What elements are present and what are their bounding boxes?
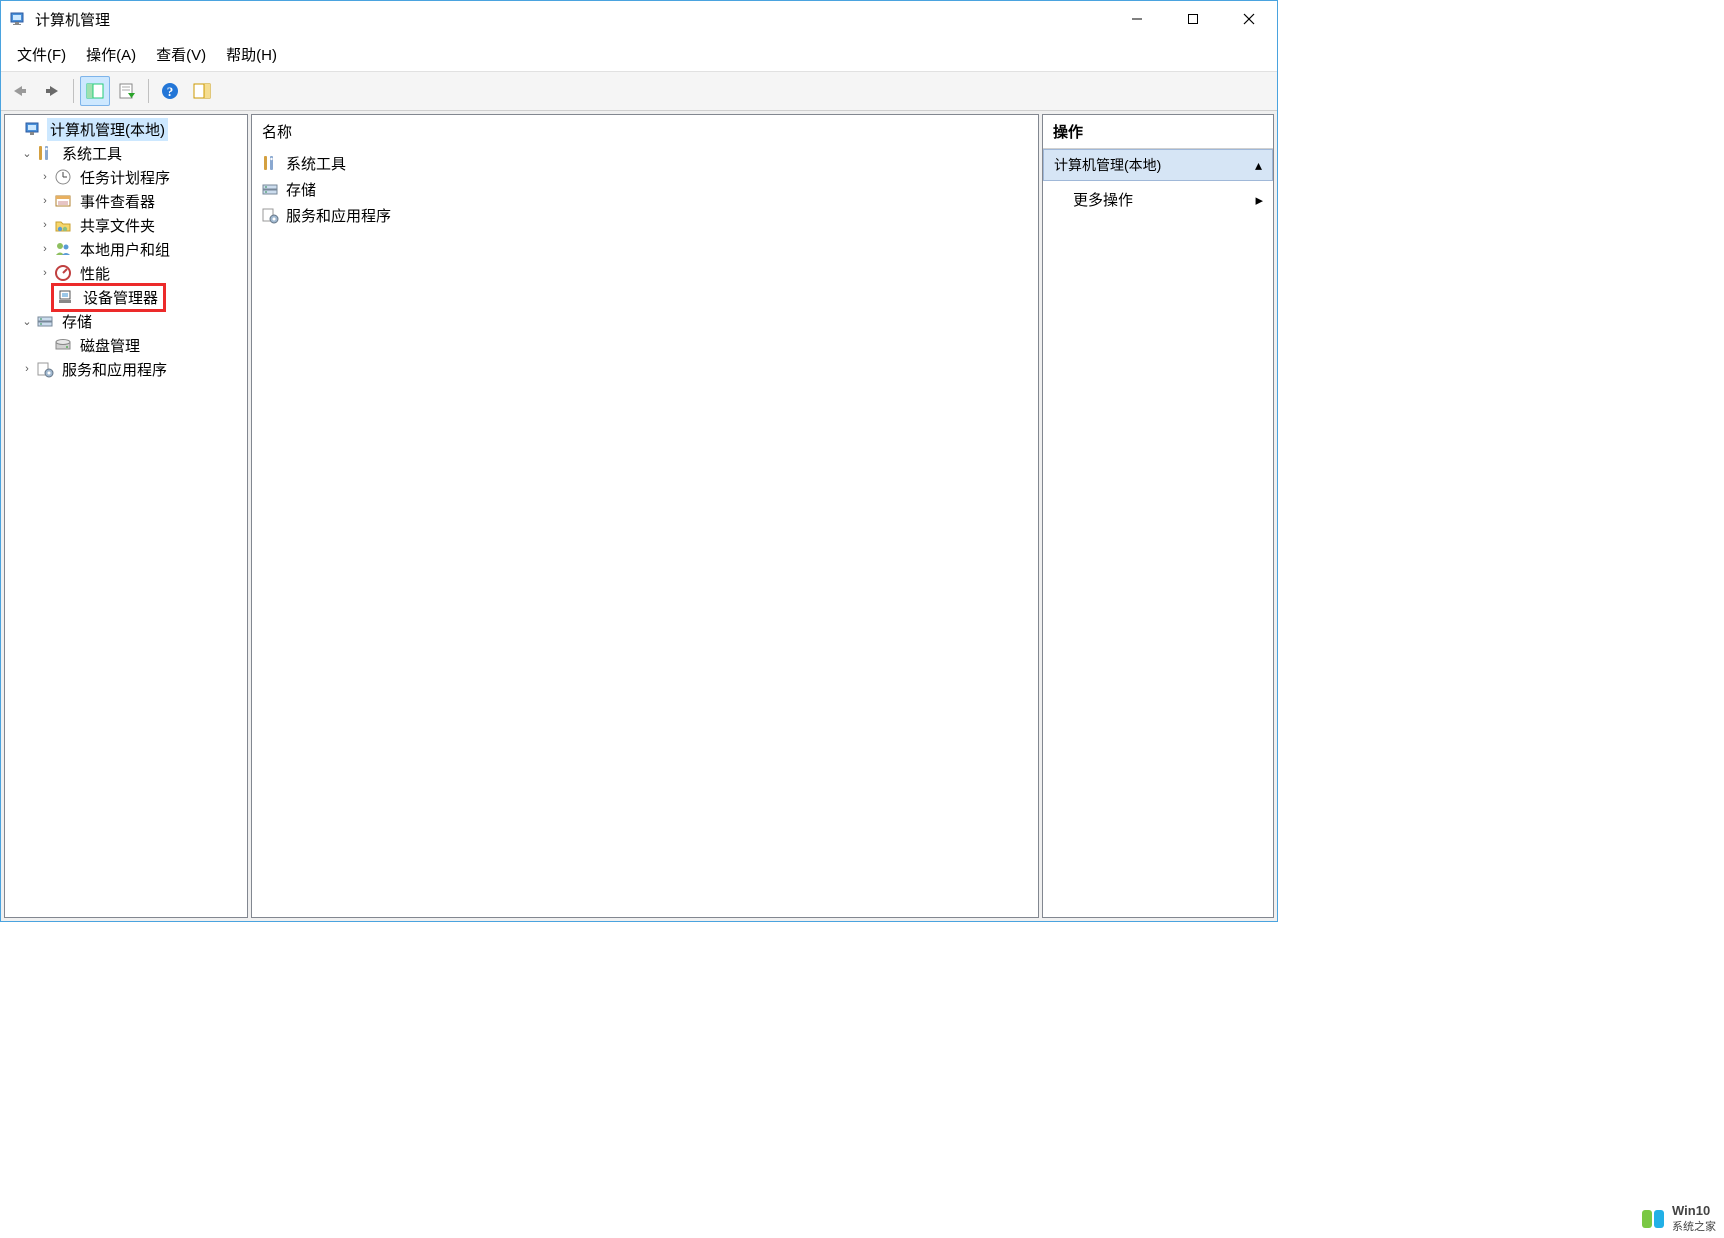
list-item-services-apps[interactable]: 服务和应用程序 — [256, 202, 1034, 228]
system-tools-icon — [260, 153, 280, 173]
show-hide-tree-button[interactable] — [80, 76, 110, 106]
window-title: 计算机管理 — [35, 9, 1109, 30]
highlight-box: 设备管理器 — [51, 283, 166, 312]
tree-task-scheduler[interactable]: › 任务计划程序 — [5, 165, 247, 189]
tree-expander-open[interactable]: ⌄ — [19, 147, 35, 160]
tree-label: 磁盘管理 — [77, 334, 143, 357]
toolbar-separator — [73, 79, 74, 103]
device-manager-icon — [56, 287, 76, 307]
actions-more-label: 更多操作 — [1073, 189, 1133, 210]
menu-action[interactable]: 操作(A) — [76, 40, 146, 69]
toolbar: ? — [1, 71, 1277, 111]
menu-help[interactable]: 帮助(H) — [216, 40, 287, 69]
tree-shared-folders[interactable]: › 共享文件夹 — [5, 213, 247, 237]
actions-more[interactable]: 更多操作 ▸ — [1043, 181, 1273, 218]
tree-expander-closed[interactable]: › — [37, 219, 53, 231]
watermark: Win10 系统之家 — [1642, 1203, 1716, 1234]
list-item-system-tools[interactable]: 系统工具 — [256, 150, 1034, 176]
tree-expander-closed[interactable]: › — [37, 243, 53, 255]
actions-section[interactable]: 计算机管理(本地) ▴ — [1043, 149, 1273, 181]
list-item-label: 存储 — [286, 179, 316, 200]
tree-expander — [37, 339, 53, 351]
storage-icon — [260, 179, 280, 199]
computer-management-icon — [23, 119, 43, 139]
system-tools-icon — [35, 143, 55, 163]
app-icon — [9, 10, 27, 28]
tree-label: 事件查看器 — [77, 190, 158, 213]
nav-back-button[interactable] — [5, 76, 35, 106]
list-column-name[interactable]: 名称 — [252, 115, 1038, 148]
tree-expander-open[interactable]: ⌄ — [19, 315, 35, 328]
shared-folders-icon — [53, 215, 73, 235]
users-icon — [53, 239, 73, 259]
workarea: 计算机管理(本地) ⌄ 系统工具 › 任务计划程序 › 事件查看器 — [1, 111, 1277, 921]
tree-expander-closed[interactable]: › — [37, 267, 53, 279]
chevron-right-icon: ▸ — [1255, 191, 1263, 209]
tree-local-users-groups[interactable]: › 本地用户和组 — [5, 237, 247, 261]
properties-button[interactable] — [112, 76, 142, 106]
storage-icon — [35, 311, 55, 331]
tree: 计算机管理(本地) ⌄ 系统工具 › 任务计划程序 › 事件查看器 — [5, 115, 247, 383]
tree-label: 服务和应用程序 — [59, 358, 170, 381]
watermark-logo-icon — [1642, 1210, 1666, 1228]
actions-panel: 操作 计算机管理(本地) ▴ 更多操作 ▸ — [1042, 114, 1274, 918]
window-controls — [1109, 1, 1277, 37]
tree-label: 存储 — [59, 310, 95, 333]
tree-label: 共享文件夹 — [77, 214, 158, 237]
performance-icon — [53, 263, 73, 283]
tree-expander-closed[interactable]: › — [37, 171, 53, 183]
actions-section-title: 计算机管理(本地) — [1054, 155, 1161, 175]
tree-label: 设备管理器 — [80, 286, 161, 309]
disk-management-icon — [53, 335, 73, 355]
tree-storage[interactable]: ⌄ 存储 — [5, 309, 247, 333]
menubar: 文件(F) 操作(A) 查看(V) 帮助(H) — [1, 37, 1277, 71]
tree-root[interactable]: 计算机管理(本地) — [5, 117, 247, 141]
tree-label: 系统工具 — [59, 142, 125, 165]
minimize-button[interactable] — [1109, 1, 1165, 37]
list-panel: 名称 系统工具 存储 服务和应用程序 — [251, 114, 1039, 918]
tree-label: 性能 — [77, 262, 113, 285]
close-button[interactable] — [1221, 1, 1277, 37]
collapse-icon: ▴ — [1255, 157, 1262, 174]
tree-expander-closed[interactable]: › — [37, 195, 53, 207]
clock-icon — [53, 167, 73, 187]
tree-label: 计算机管理(本地) — [47, 118, 168, 141]
watermark-text: Win10 系统之家 — [1672, 1203, 1716, 1234]
toolbar-separator — [148, 79, 149, 103]
show-hide-action-pane-button[interactable] — [187, 76, 217, 106]
services-apps-icon — [35, 359, 55, 379]
list-item-label: 服务和应用程序 — [286, 205, 391, 226]
app-window: 计算机管理 文件(F) 操作(A) 查看(V) 帮助(H) ? — [0, 0, 1278, 922]
titlebar: 计算机管理 — [1, 1, 1277, 37]
maximize-button[interactable] — [1165, 1, 1221, 37]
list-item-label: 系统工具 — [286, 153, 346, 174]
tree-label: 任务计划程序 — [77, 166, 173, 189]
menu-view[interactable]: 查看(V) — [146, 40, 216, 69]
tree-services-apps[interactable]: › 服务和应用程序 — [5, 357, 247, 381]
tree-panel: 计算机管理(本地) ⌄ 系统工具 › 任务计划程序 › 事件查看器 — [4, 114, 248, 918]
services-apps-icon — [260, 205, 280, 225]
tree-disk-management[interactable]: 磁盘管理 — [5, 333, 247, 357]
tree-expander-closed[interactable]: › — [19, 363, 35, 375]
tree-device-manager[interactable]: 设备管理器 — [5, 285, 247, 309]
list-item-storage[interactable]: 存储 — [256, 176, 1034, 202]
actions-header: 操作 — [1043, 115, 1273, 149]
list-body: 系统工具 存储 服务和应用程序 — [252, 148, 1038, 230]
tree-expander[interactable] — [7, 123, 23, 135]
tree-event-viewer[interactable]: › 事件查看器 — [5, 189, 247, 213]
menu-file[interactable]: 文件(F) — [7, 40, 76, 69]
svg-text:?: ? — [167, 84, 174, 99]
tree-system-tools[interactable]: ⌄ 系统工具 — [5, 141, 247, 165]
tree-label: 本地用户和组 — [77, 238, 173, 261]
help-button[interactable]: ? — [155, 76, 185, 106]
nav-forward-button[interactable] — [37, 76, 67, 106]
event-viewer-icon — [53, 191, 73, 211]
tree-performance[interactable]: › 性能 — [5, 261, 247, 285]
